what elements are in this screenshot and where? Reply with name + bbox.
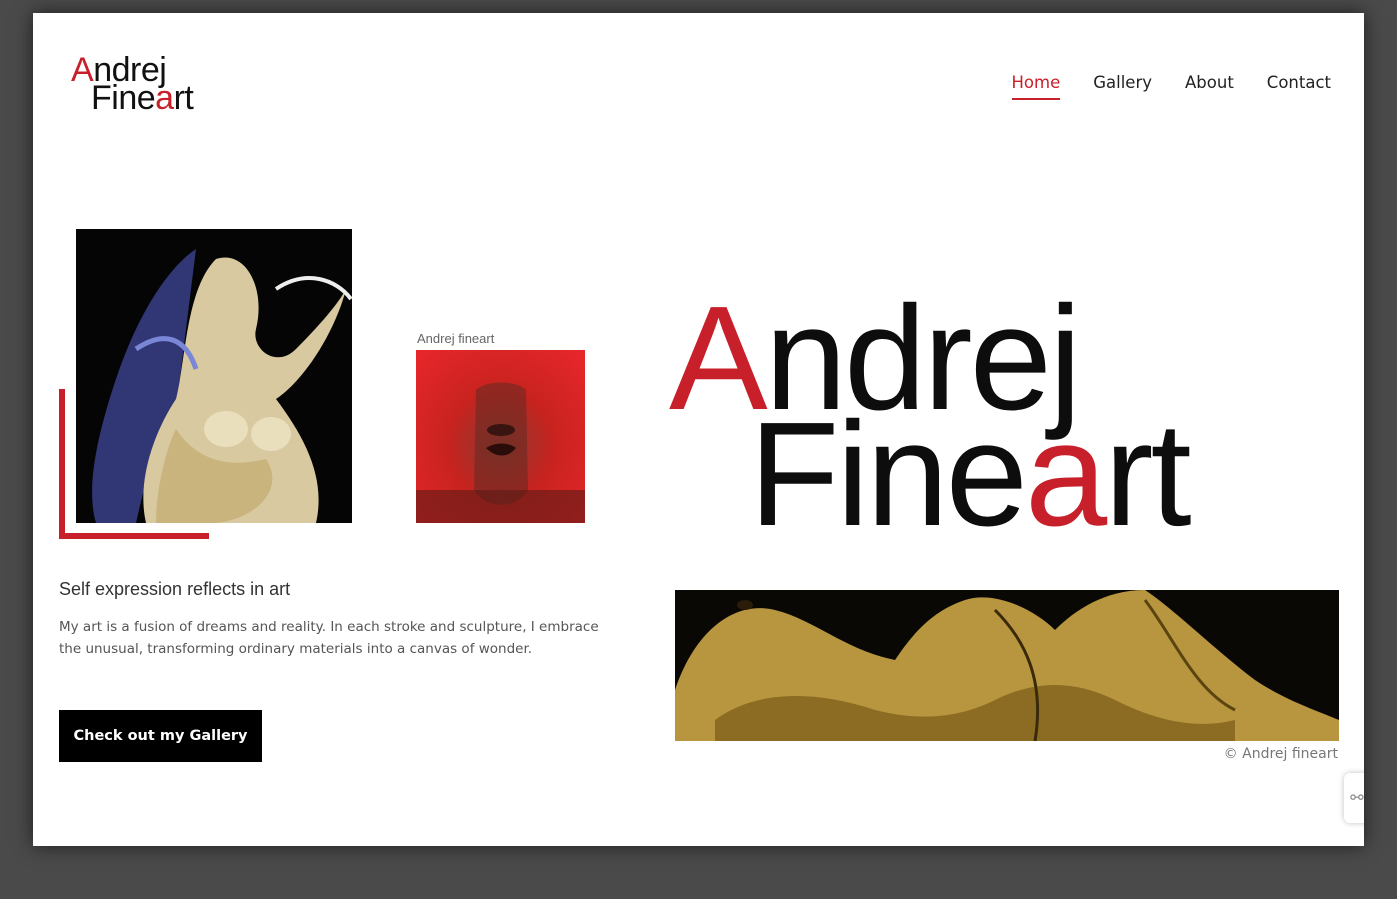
intro-text: My art is a fusion of dreams and reality… (59, 619, 599, 657)
artwork-nude-figure (76, 229, 352, 523)
copyright-text: © Andrej fineart (1223, 746, 1338, 762)
main-nav: Home Gallery About Contact (1011, 73, 1331, 100)
gallery-button[interactable]: Check out my Gallery (59, 710, 262, 762)
artwork-caption: Andrej fineart (417, 331, 495, 346)
page: Andrej Fineart Home Gallery About Contac… (33, 13, 1364, 846)
site-logo[interactable]: Andrej Fineart (71, 53, 231, 117)
nav-gallery[interactable]: Gallery (1093, 73, 1152, 100)
artwork-golden-figure (675, 590, 1339, 741)
accessibility-icon[interactable]: ⚯ (1344, 773, 1364, 823)
nav-home[interactable]: Home (1011, 73, 1061, 100)
nav-about[interactable]: About (1185, 73, 1234, 100)
nav-contact[interactable]: Contact (1267, 73, 1331, 100)
artwork-red-face (416, 350, 585, 523)
hero-logo: Andrej Fineart (669, 276, 1192, 557)
tagline: Self expression reflects in art (59, 579, 291, 599)
